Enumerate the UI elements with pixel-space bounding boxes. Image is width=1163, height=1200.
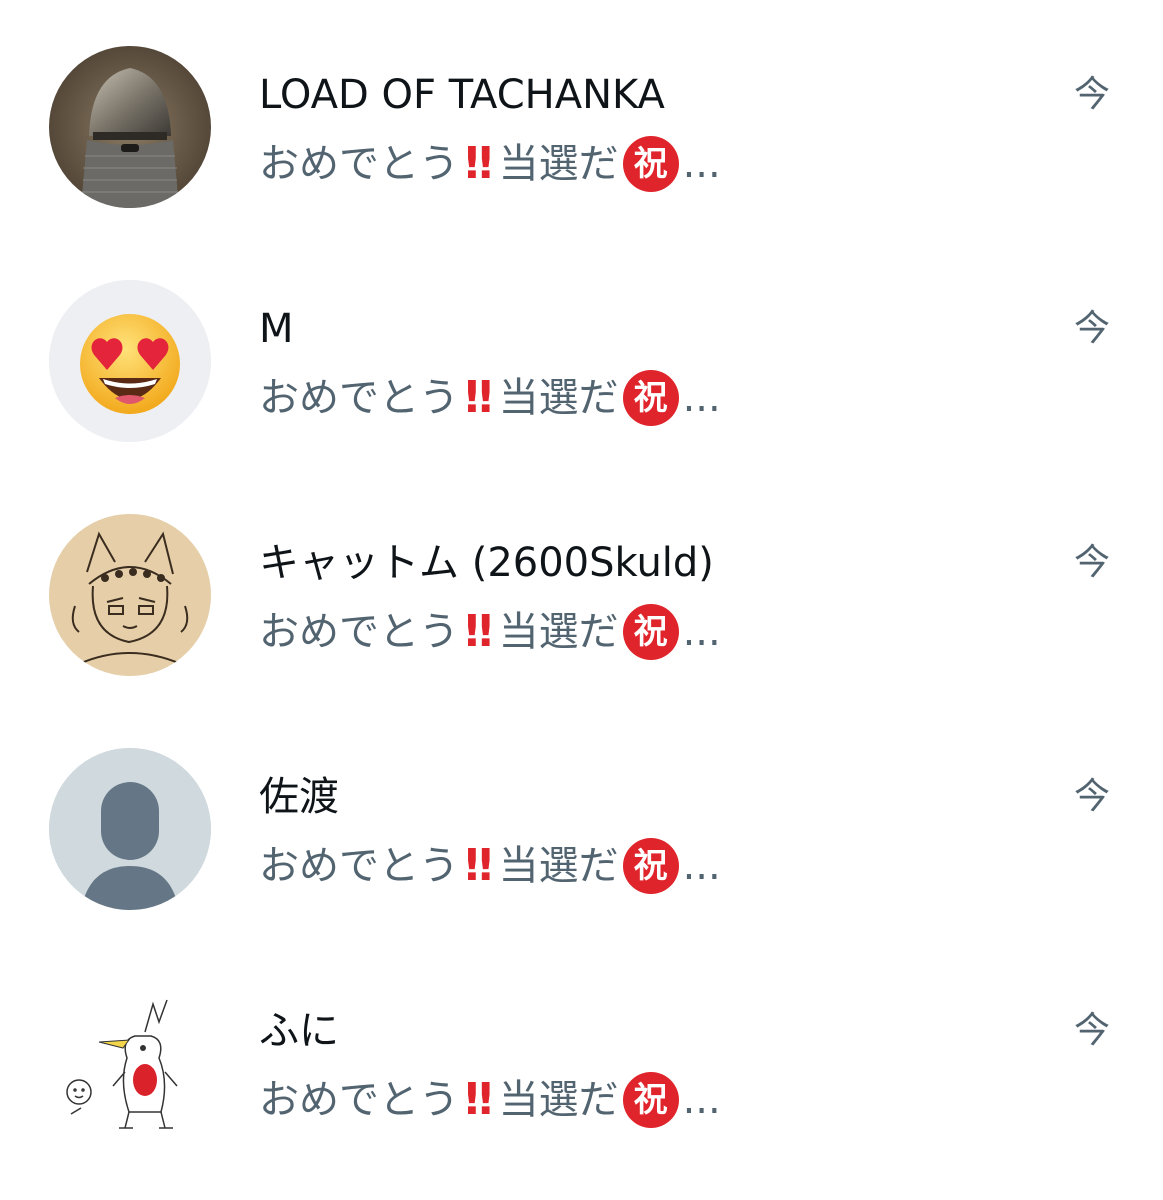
preview-text-2: 当選だ xyxy=(498,843,619,889)
conversation-row[interactable]: 佐渡 おめでとう ‼ 当選だ 祝 ... 今 xyxy=(0,702,1163,936)
conversation-preview: おめでとう ‼ 当選だ 祝 ... xyxy=(259,604,721,660)
double-exclamation-icon: ‼ xyxy=(465,840,493,891)
conversation-time: 今 xyxy=(1074,542,1111,583)
preview-ellipsis: ... xyxy=(682,609,721,655)
conversation-time: 今 xyxy=(1074,308,1111,349)
congratulations-badge-icon: 祝 xyxy=(622,838,679,894)
conversation-name: キャットム (2600Skuld) xyxy=(259,540,714,586)
default-person-avatar[interactable] xyxy=(49,748,211,910)
conversation-list: LOAD OF TACHANKA おめでとう ‼ 当選だ 祝 ... 今 M お… xyxy=(0,0,1163,1200)
conversation-preview: おめでとう ‼ 当選だ 祝 ... xyxy=(259,838,721,894)
conversation-time: 今 xyxy=(1074,74,1111,115)
preview-text-2: 当選だ xyxy=(498,609,619,655)
preview-ellipsis: ... xyxy=(682,375,721,421)
conversation-preview: おめでとう ‼ 当選だ 祝 ... xyxy=(259,1072,721,1128)
conversation-row[interactable]: ふに おめでとう ‼ 当選だ 祝 ... 今 xyxy=(0,936,1163,1170)
conversation-row[interactable]: LOAD OF TACHANKA おめでとう ‼ 当選だ 祝 ... 今 xyxy=(0,0,1163,234)
preview-text-2: 当選だ xyxy=(498,375,619,421)
congratulations-badge-icon: 祝 xyxy=(622,136,679,192)
preview-text: おめでとう xyxy=(259,141,459,187)
preview-text: おめでとう xyxy=(259,1077,459,1123)
preview-ellipsis: ... xyxy=(682,1077,721,1123)
double-exclamation-icon: ‼ xyxy=(465,138,493,189)
conversation-time: 今 xyxy=(1074,1010,1111,1051)
helmet-photo-avatar[interactable] xyxy=(49,46,211,208)
preview-text-2: 当選だ xyxy=(498,1077,619,1123)
conversation-name: ふに xyxy=(259,1008,339,1054)
conversation-name: 佐渡 xyxy=(259,774,339,820)
congratulations-badge-icon: 祝 xyxy=(622,370,679,426)
conversation-name: M xyxy=(259,306,294,352)
preview-text: おめでとう xyxy=(259,609,459,655)
preview-text: おめでとう xyxy=(259,843,459,889)
conversation-row[interactable]: キャットム (2600Skuld) おめでとう ‼ 当選だ 祝 ... 今 xyxy=(0,468,1163,702)
preview-text: おめでとう xyxy=(259,375,459,421)
sketch-character-avatar[interactable] xyxy=(49,514,211,676)
congratulations-badge-icon: 祝 xyxy=(622,604,679,660)
double-exclamation-icon: ‼ xyxy=(465,1074,493,1125)
doodle-bird-avatar[interactable] xyxy=(49,982,211,1144)
preview-text-2: 当選だ xyxy=(498,141,619,187)
conversation-name: LOAD OF TACHANKA xyxy=(259,72,665,118)
conversation-row[interactable]: M おめでとう ‼ 当選だ 祝 ... 今 xyxy=(0,234,1163,468)
conversation-preview: おめでとう ‼ 当選だ 祝 ... xyxy=(259,136,721,192)
heart-eyes-emoji-avatar[interactable] xyxy=(49,280,211,442)
preview-ellipsis: ... xyxy=(682,141,721,187)
double-exclamation-icon: ‼ xyxy=(465,606,493,657)
preview-ellipsis: ... xyxy=(682,843,721,889)
double-exclamation-icon: ‼ xyxy=(465,372,493,423)
conversation-preview: おめでとう ‼ 当選だ 祝 ... xyxy=(259,370,721,426)
conversation-time: 今 xyxy=(1074,776,1111,817)
congratulations-badge-icon: 祝 xyxy=(622,1072,679,1128)
